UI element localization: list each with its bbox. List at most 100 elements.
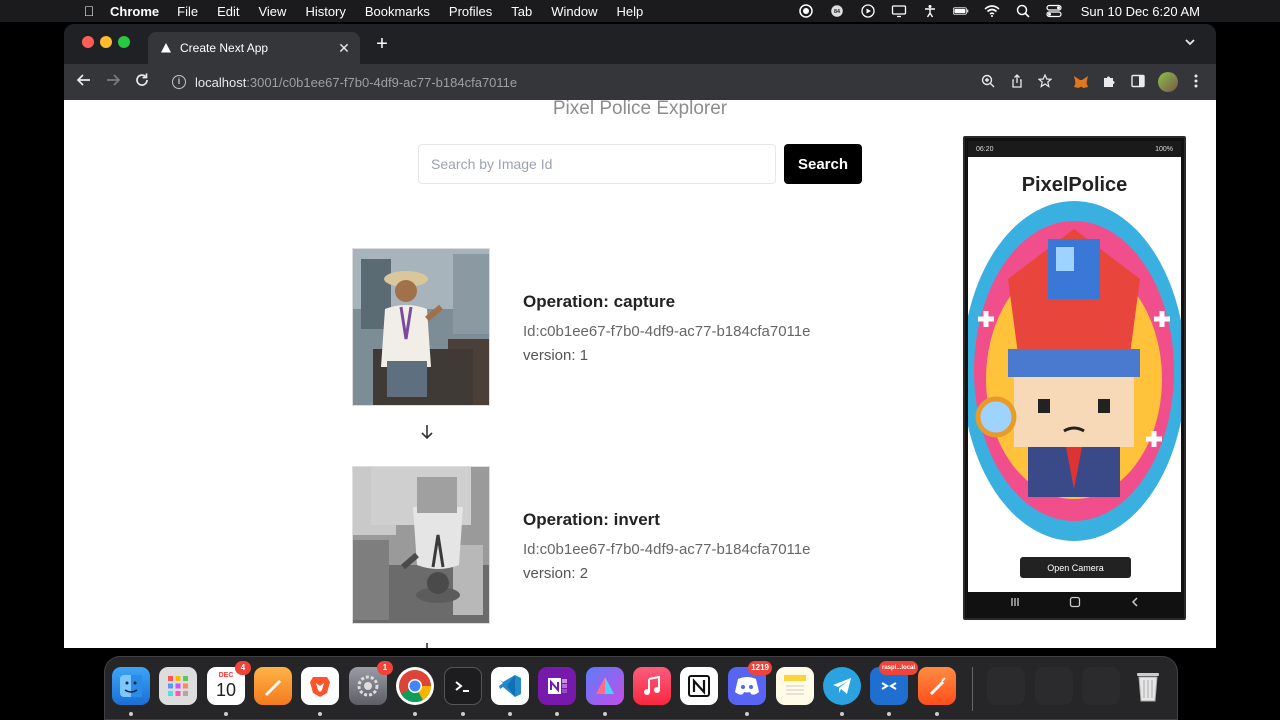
address-bar[interactable]: i localhost :3001/c0b1ee67-f7b0-4df9-ac7… bbox=[162, 68, 962, 96]
menu-history[interactable]: History bbox=[305, 4, 345, 19]
accessibility-icon[interactable] bbox=[922, 4, 938, 18]
metamask-extension-icon[interactable] bbox=[1073, 74, 1089, 90]
extensions-puzzle-icon[interactable] bbox=[1101, 74, 1117, 90]
window-close-button[interactable] bbox=[82, 36, 94, 48]
display-icon[interactable] bbox=[891, 4, 907, 18]
launchpad-icon[interactable] bbox=[159, 667, 197, 705]
discord-badge: 1219 bbox=[748, 661, 772, 675]
reload-icon[interactable] bbox=[132, 72, 152, 92]
running-indicator bbox=[887, 712, 891, 716]
system-settings-icon[interactable]: 1 bbox=[349, 661, 393, 705]
home-button-icon[interactable] bbox=[1068, 596, 1082, 611]
record-icon[interactable] bbox=[798, 4, 814, 18]
music-icon[interactable] bbox=[633, 667, 671, 705]
dock-separator bbox=[972, 667, 973, 711]
vscode-remote-label: raspi...local bbox=[878, 661, 918, 675]
terminal-icon[interactable] bbox=[444, 667, 482, 705]
zoom-magnifier-icon[interactable] bbox=[980, 74, 996, 90]
image-id-search-input[interactable] bbox=[418, 144, 776, 184]
wifi-icon[interactable] bbox=[984, 4, 1000, 18]
profile-avatar[interactable] bbox=[1158, 72, 1178, 92]
side-panel-icon[interactable] bbox=[1130, 74, 1146, 90]
vscode-icon[interactable] bbox=[491, 667, 529, 705]
menu-view[interactable]: View bbox=[258, 4, 286, 19]
notion-icon[interactable] bbox=[680, 667, 718, 705]
trash-icon[interactable] bbox=[1129, 667, 1167, 705]
page-viewport: Pixel Police Explorer Search by Image Id… bbox=[64, 100, 1216, 648]
nextjs-favicon-icon bbox=[160, 42, 172, 54]
phone-screen: 06:20 100% PixelPolice Open Camera bbox=[968, 141, 1181, 615]
vscode-remote-icon[interactable]: raspi...local bbox=[870, 661, 918, 705]
phone-status-time: 06:20 bbox=[976, 145, 994, 153]
back-arrow-icon[interactable] bbox=[74, 72, 94, 92]
browser-toolbar: i localhost :3001/c0b1ee67-f7b0-4df9-ac7… bbox=[64, 64, 1216, 100]
running-indicator bbox=[318, 712, 322, 716]
spotlight-search-icon[interactable] bbox=[1015, 4, 1031, 18]
telegram-icon[interactable] bbox=[823, 667, 861, 705]
minimized-window-thumbnail[interactable] bbox=[1082, 667, 1120, 705]
running-indicator bbox=[555, 712, 559, 716]
cpu-monitor-icon[interactable]: 84 bbox=[829, 4, 845, 18]
calendar-day: 10 bbox=[215, 680, 237, 700]
page-title: Pixel Police Explorer bbox=[552, 100, 728, 119]
notes-icon[interactable] bbox=[776, 667, 814, 705]
menu-bookmarks[interactable]: Bookmarks bbox=[365, 4, 430, 19]
brave-browser-icon[interactable] bbox=[301, 667, 339, 705]
tab-search-chevron-down-icon[interactable] bbox=[1182, 36, 1198, 52]
postman-pen-icon[interactable] bbox=[918, 667, 956, 705]
battery-icon[interactable] bbox=[952, 4, 969, 18]
running-indicator bbox=[508, 712, 512, 716]
new-tab-plus-icon[interactable]: + bbox=[372, 34, 392, 54]
chrome-menu-kebab-icon[interactable] bbox=[1188, 74, 1204, 90]
capture-photo bbox=[352, 248, 490, 406]
open-camera-button[interactable]: Open Camera bbox=[1020, 557, 1131, 578]
tab-close-icon[interactable]: ✕ bbox=[336, 40, 352, 56]
chrome-window: Create Next App ✕ + i localhost :3001/c0… bbox=[64, 24, 1216, 648]
inverted-photo bbox=[352, 466, 490, 624]
running-indicator bbox=[935, 712, 939, 716]
menu-file[interactable]: File bbox=[177, 4, 198, 19]
recent-apps-icon[interactable] bbox=[1008, 596, 1022, 611]
discord-icon[interactable]: 1219 bbox=[728, 661, 772, 705]
menu-profiles[interactable]: Profiles bbox=[449, 4, 492, 19]
bookmark-star-icon[interactable] bbox=[1037, 73, 1053, 90]
calendar-icon[interactable]: DEC 10 4 bbox=[207, 661, 251, 705]
pixel-police-logo bbox=[968, 199, 1181, 544]
menu-app-name[interactable]: Chrome bbox=[110, 4, 159, 19]
running-indicator bbox=[745, 712, 749, 716]
apple-logo-icon[interactable]:  bbox=[82, 4, 96, 18]
menu-help[interactable]: Help bbox=[617, 4, 644, 19]
menu-window[interactable]: Window bbox=[551, 4, 597, 19]
play-icon[interactable] bbox=[860, 4, 876, 18]
url-path: :3001/c0b1ee67-f7b0-4df9-ac77-b184cfa701… bbox=[246, 74, 518, 90]
menu-edit[interactable]: Edit bbox=[217, 4, 239, 19]
onenote-icon[interactable] bbox=[538, 667, 576, 705]
window-minimize-button[interactable] bbox=[100, 36, 112, 48]
window-zoom-button[interactable] bbox=[118, 36, 130, 48]
browser-tab-active[interactable]: Create Next App ✕ bbox=[148, 32, 360, 64]
menu-tab[interactable]: Tab bbox=[511, 4, 532, 19]
forward-arrow-icon[interactable] bbox=[103, 72, 123, 92]
control-center-icon[interactable] bbox=[1046, 4, 1062, 18]
minimized-window-thumbnail[interactable] bbox=[987, 667, 1025, 705]
site-info-icon[interactable]: i bbox=[172, 75, 186, 89]
share-icon[interactable] bbox=[1009, 74, 1025, 90]
tab-title: Create Next App bbox=[180, 41, 269, 55]
pages-pen-icon[interactable] bbox=[254, 667, 292, 705]
running-indicator bbox=[413, 712, 417, 716]
phone-status-bar: 06:20 100% bbox=[968, 141, 1181, 157]
back-chevron-icon[interactable] bbox=[1128, 596, 1142, 611]
version-label: version: 1 bbox=[523, 347, 589, 364]
finder-icon[interactable] bbox=[112, 667, 150, 705]
phone-status-battery: 100% bbox=[1155, 145, 1173, 153]
google-chrome-icon[interactable] bbox=[396, 667, 434, 705]
running-indicator bbox=[224, 712, 228, 716]
minimized-window-thumbnail[interactable] bbox=[1035, 667, 1073, 705]
running-indicator bbox=[840, 712, 844, 716]
operation-title: Operation: invert bbox=[523, 510, 660, 529]
menubar-datetime[interactable]: Sun 10 Dec 6:20 AM bbox=[1081, 4, 1200, 19]
image-id: Id:c0b1ee67-f7b0-4df9-ac77-b184cfa7011e bbox=[523, 323, 811, 340]
affinity-icon[interactable] bbox=[586, 667, 624, 705]
down-arrow-icon bbox=[418, 424, 436, 442]
search-button[interactable]: Search bbox=[784, 144, 862, 184]
